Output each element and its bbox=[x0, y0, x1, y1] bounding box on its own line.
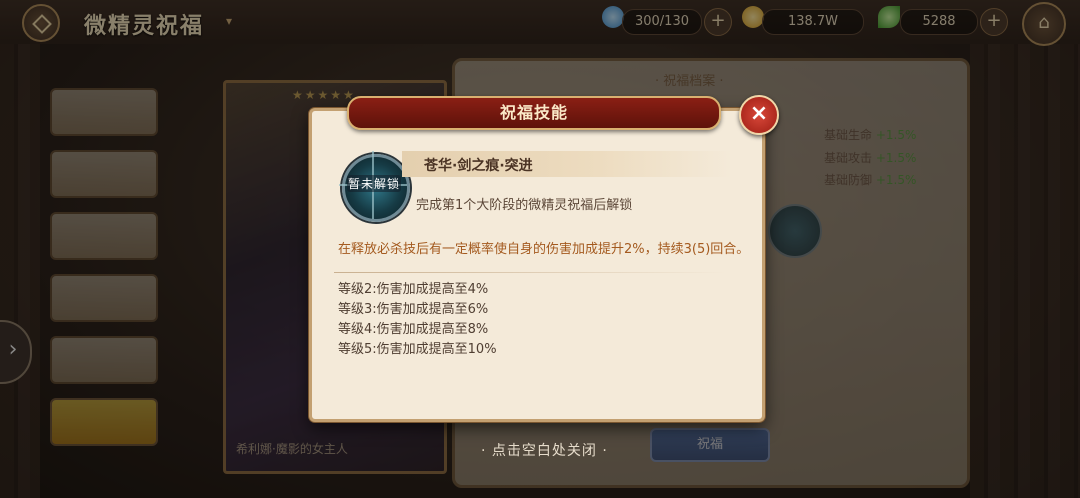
level-item: 等级4:伤害加成提高至8% bbox=[338, 322, 489, 337]
side-tab-5[interactable] bbox=[50, 336, 158, 384]
blessing-panel-title: · 祝福档案 · bbox=[655, 74, 724, 89]
side-tab-4[interactable] bbox=[50, 274, 158, 322]
card-caption: 希利娜·魔影的女主人 bbox=[236, 442, 348, 456]
locked-badge: 暂未解锁 bbox=[347, 175, 401, 192]
dialog-title: 祝福技能 bbox=[499, 103, 568, 122]
side-tab-1[interactable] bbox=[50, 88, 158, 136]
side-tab-6[interactable] bbox=[50, 398, 158, 446]
stat-atk: 基础攻击 +1.5% bbox=[824, 151, 917, 165]
bookshelf-right bbox=[970, 44, 1080, 498]
close-hint: · 点击空白处关闭 · bbox=[481, 443, 608, 459]
level-item: 等级3:伤害加成提高至6% bbox=[338, 302, 489, 317]
stat-hp: 基础生命 +1.5% bbox=[824, 128, 917, 142]
home-button[interactable]: ⌂ bbox=[1022, 2, 1066, 46]
page-title: 微精灵祝福 bbox=[84, 14, 205, 39]
top-bar: 微精灵祝福 ▾ 300/130 + 138.7W 5288 + ⌂ bbox=[0, 0, 1080, 46]
back-button[interactable] bbox=[22, 4, 60, 42]
skill-name: 苍华·剑之痕·突进 bbox=[424, 158, 533, 174]
add-crystal-button[interactable]: + bbox=[704, 8, 732, 36]
unlock-condition: 完成第1个大阶段的微精灵祝福后解锁 bbox=[416, 198, 633, 213]
skill-description: 在释放必杀技后有一定概率使自身的伤害加成提升2%，持续3(5)回合。 bbox=[338, 242, 750, 257]
crystal-icon bbox=[602, 6, 624, 28]
side-tab-3[interactable] bbox=[50, 212, 158, 260]
leaf-icon bbox=[878, 6, 900, 28]
title-dropdown-icon: ▾ bbox=[226, 14, 233, 28]
stat-def: 基础防御 +1.5% bbox=[824, 173, 917, 187]
add-leaf-button[interactable]: + bbox=[980, 8, 1008, 36]
divider bbox=[334, 272, 726, 273]
gold-counter: 138.7W bbox=[762, 9, 864, 35]
level-item: 等级2:伤害加成提高至4% bbox=[338, 282, 489, 297]
side-tab-2[interactable] bbox=[50, 150, 158, 198]
leaf-counter: 5288 bbox=[900, 9, 978, 35]
close-button[interactable]: × bbox=[739, 95, 779, 135]
bless-button[interactable]: 祝福 bbox=[650, 428, 770, 462]
crystal-counter: 300/130 bbox=[622, 9, 702, 35]
skill-orb-icon bbox=[768, 204, 822, 258]
bookshelf-left bbox=[0, 44, 40, 498]
gold-coin-icon bbox=[742, 6, 764, 28]
level-item: 等级5:伤害加成提高至10% bbox=[338, 342, 497, 357]
